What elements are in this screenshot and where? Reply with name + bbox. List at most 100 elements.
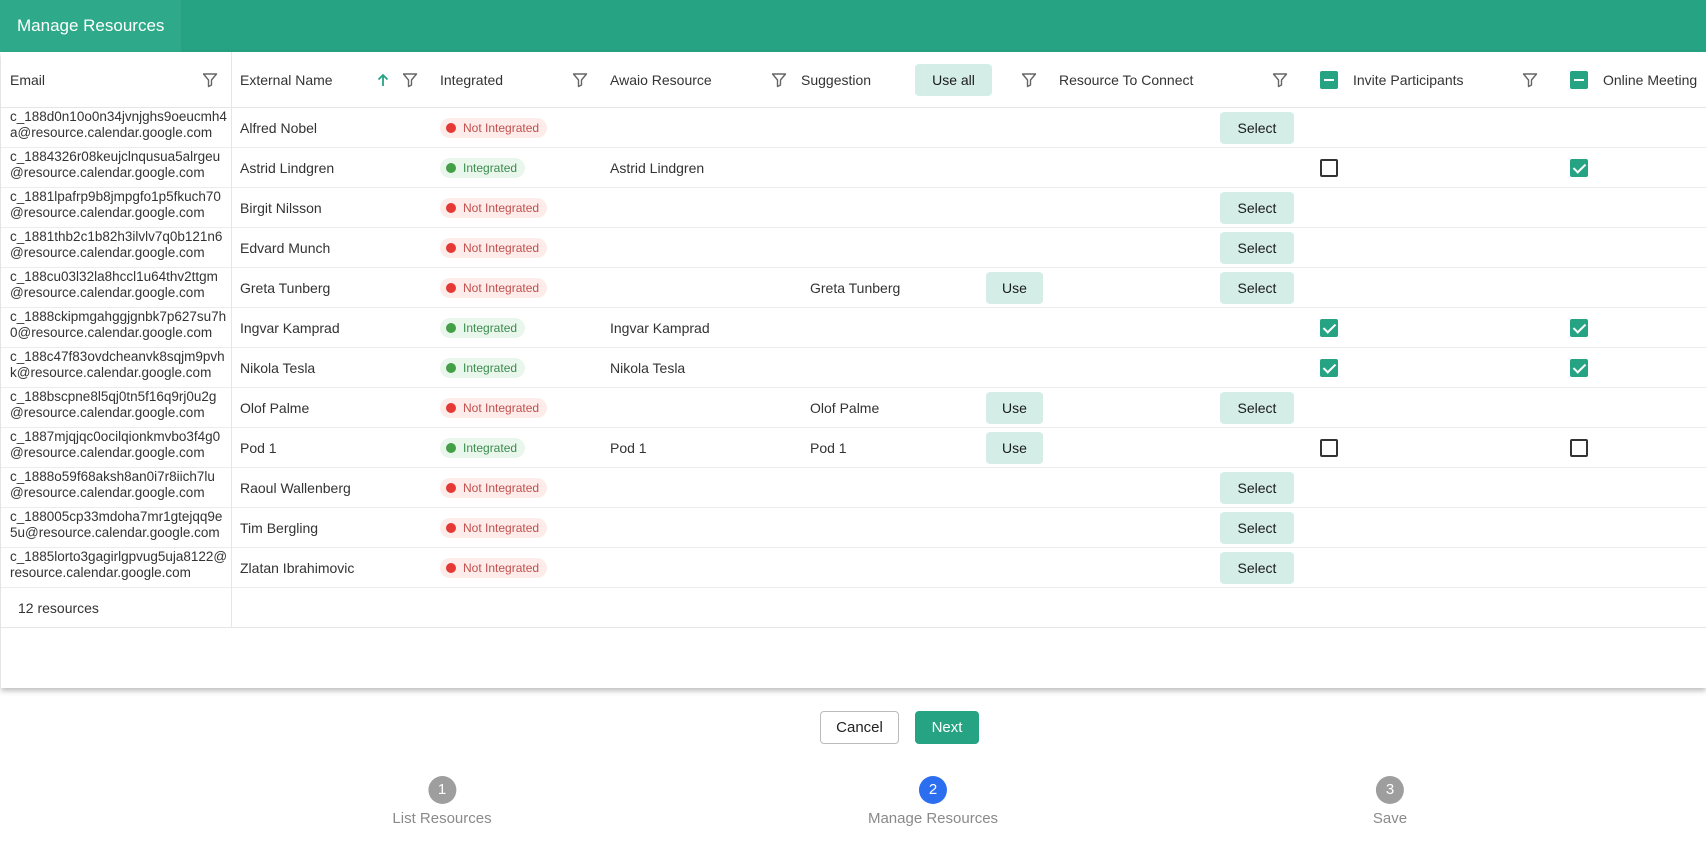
status-dot-icon [446, 202, 456, 213]
use-all-label: Use all [932, 72, 975, 88]
column-header-resource-to-connect[interactable]: Resource To Connect [1059, 52, 1193, 107]
integrated-badge: Integrated [440, 437, 526, 458]
filter-icon[interactable] [202, 72, 218, 88]
badge-label: Not Integrated [463, 560, 540, 575]
email-cell: c_1884326r08keujclnqusua5alrgeu@resource… [10, 149, 221, 180]
step-number: 3 [1375, 776, 1404, 804]
email-cell: c_1887mjqjqc0ocilqionkmvbo3f4g0@resource… [10, 429, 221, 460]
filter-icon[interactable] [1272, 72, 1288, 88]
step-label: Save [1372, 810, 1408, 827]
filter-icon[interactable] [771, 72, 787, 88]
use-suggestion-button[interactable]: Use [986, 431, 1043, 464]
table-row[interactable]: c_188bscpne8l5qj0tn5f16q9rj0u2g@resource… [1, 388, 1706, 428]
online-meeting-select-all-checkbox[interactable] [1570, 70, 1588, 89]
use-all-button[interactable]: Use all [915, 64, 992, 96]
select-resource-button[interactable]: Select [1220, 511, 1294, 544]
filter-icon[interactable] [402, 72, 418, 88]
online-meeting-checkbox[interactable] [1570, 438, 1588, 457]
status-dot-icon [446, 562, 456, 573]
dialog-actions: Cancel Next [820, 711, 979, 744]
select-resource-button[interactable]: Select [1220, 231, 1294, 264]
filter-icon[interactable] [572, 72, 588, 88]
not-integrated-badge: Not Integrated [440, 237, 548, 258]
next-button[interactable]: Next [915, 711, 979, 744]
use-suggestion-button[interactable]: Use [986, 391, 1043, 424]
not-integrated-badge: Not Integrated [440, 477, 548, 498]
table-header-row: Email External Name Integrated Awaio Res… [1, 52, 1706, 108]
select-label: Select [1237, 119, 1277, 136]
table-row[interactable]: c_1881lpafrp9b8jmpgfo1p5fkuch70@resource… [1, 188, 1706, 228]
online-meeting-checkbox[interactable] [1570, 158, 1588, 177]
external-name-cell: Nikola Tesla [240, 359, 316, 376]
status-dot-icon [446, 522, 456, 533]
status-dot-icon [446, 282, 456, 293]
select-label: Select [1237, 199, 1277, 216]
badge-label: Integrated [463, 320, 518, 335]
sort-ascending-icon[interactable] [376, 72, 390, 88]
invite-participants-checkbox[interactable] [1320, 438, 1338, 457]
invite-participants-checkbox[interactable] [1320, 358, 1338, 377]
step-label: Manage Resources [867, 810, 999, 827]
use-suggestion-button[interactable]: Use [986, 271, 1043, 304]
badge-label: Not Integrated [463, 120, 540, 135]
table-row[interactable]: c_188d0n10o0n34jvnjghs9oeucmh4a@resource… [1, 108, 1706, 148]
status-dot-icon [446, 242, 456, 253]
select-resource-button[interactable]: Select [1220, 191, 1294, 224]
select-resource-button[interactable]: Select [1220, 271, 1294, 304]
not-integrated-badge: Not Integrated [440, 557, 548, 578]
suggestion-cell: Olof Palme [810, 399, 880, 416]
cancel-button[interactable]: Cancel [820, 711, 899, 744]
invite-participants-select-all-checkbox[interactable] [1320, 70, 1338, 89]
column-header-external-name[interactable]: External Name [240, 52, 333, 107]
invite-participants-checkbox[interactable] [1320, 318, 1338, 337]
step-number: 1 [428, 776, 456, 804]
external-name-cell: Edvard Munch [240, 239, 331, 256]
table-row[interactable]: c_1887mjqjqc0ocilqionkmvbo3f4g0@resource… [1, 428, 1706, 468]
select-label: Select [1237, 479, 1277, 496]
table-row[interactable]: c_1881thb2c1b82h3ilvlv7q0b121n6@resource… [1, 228, 1706, 268]
filter-icon[interactable] [1021, 72, 1037, 88]
table-row[interactable]: c_188cu03l32la8hccl1u64thv2ttgm@resource… [1, 268, 1706, 308]
status-dot-icon [446, 162, 456, 173]
use-label: Use [1002, 439, 1027, 456]
not-integrated-badge: Not Integrated [440, 117, 548, 138]
table-row[interactable]: c_1884326r08keujclnqusua5alrgeu@resource… [1, 148, 1706, 188]
select-resource-button[interactable]: Select [1220, 551, 1294, 584]
not-integrated-badge: Not Integrated [440, 517, 548, 538]
dialog-title: Manage Resources [0, 0, 182, 52]
column-header-awaio-resource[interactable]: Awaio Resource [610, 52, 712, 107]
email-cell: c_188bscpne8l5qj0tn5f16q9rj0u2g@resource… [10, 389, 217, 420]
step-manage-resources: 2 Manage Resources [868, 776, 998, 827]
table-row[interactable]: c_1885lorto3gagirlgpvug5uja8122@resource… [1, 548, 1706, 588]
invite-participants-checkbox[interactable] [1320, 158, 1338, 177]
online-meeting-checkbox[interactable] [1570, 358, 1588, 377]
column-header-suggestion[interactable]: Suggestion [801, 52, 871, 107]
integrated-badge: Integrated [440, 357, 526, 378]
external-name-cell: Greta Tunberg [240, 279, 331, 296]
select-resource-button[interactable]: Select [1220, 391, 1294, 424]
badge-label: Not Integrated [463, 280, 540, 295]
not-integrated-badge: Not Integrated [440, 277, 548, 298]
select-resource-button[interactable]: Select [1220, 471, 1294, 504]
email-cell: c_1888ckipmgahggjgnbk7p627su7h0@resource… [10, 309, 227, 340]
column-header-email[interactable]: Email [10, 52, 45, 107]
table-row[interactable]: c_1888o59f68aksh8an0i7r8iich7lu@resource… [1, 468, 1706, 508]
suggestion-cell: Greta Tunberg [810, 279, 901, 296]
select-label: Select [1237, 519, 1277, 536]
column-header-integrated[interactable]: Integrated [440, 52, 503, 107]
select-label: Select [1237, 399, 1277, 416]
use-label: Use [1002, 399, 1027, 416]
badge-label: Not Integrated [463, 200, 540, 215]
status-dot-icon [446, 402, 456, 413]
column-header-online-meeting[interactable]: Online Meeting [1603, 52, 1697, 107]
select-resource-button[interactable]: Select [1220, 111, 1294, 144]
not-integrated-badge: Not Integrated [440, 197, 548, 218]
table-row[interactable]: c_188005cp33mdoha7mr1gtejqq9e5u@resource… [1, 508, 1706, 548]
badge-label: Integrated [463, 440, 518, 455]
email-cell: c_188005cp33mdoha7mr1gtejqq9e5u@resource… [10, 509, 223, 540]
column-header-invite-participants[interactable]: Invite Participants [1353, 52, 1464, 107]
filter-icon[interactable] [1522, 72, 1538, 88]
table-row[interactable]: c_188c47f83ovdcheanvk8sqjm9pvhk@resource… [1, 348, 1706, 388]
table-row[interactable]: c_1888ckipmgahggjgnbk7p627su7h0@resource… [1, 308, 1706, 348]
online-meeting-checkbox[interactable] [1570, 318, 1588, 337]
